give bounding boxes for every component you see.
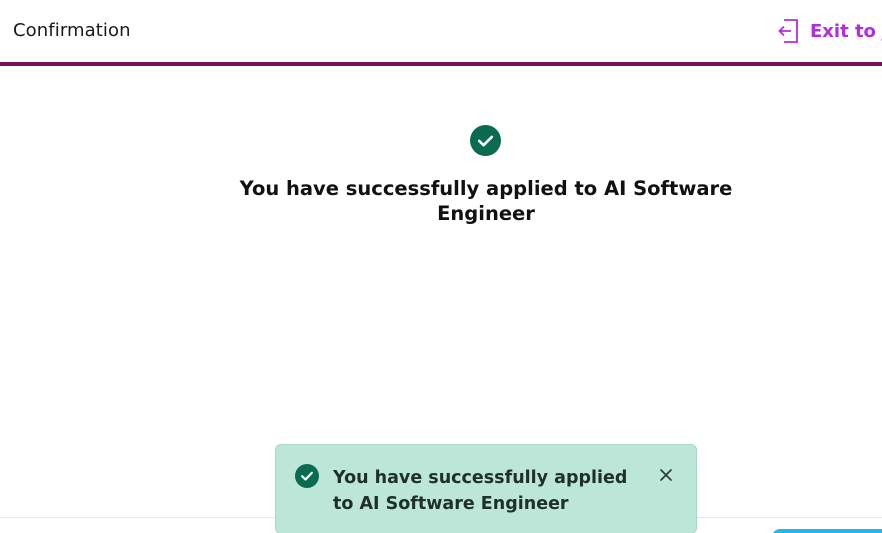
success-heading: You have successfully applied to AI Soft… bbox=[239, 177, 733, 225]
close-icon[interactable] bbox=[656, 465, 676, 485]
page-title: Confirmation bbox=[13, 20, 131, 41]
exit-link-label: Exit to job bbox=[810, 20, 882, 42]
footer-action-button[interactable] bbox=[772, 529, 882, 533]
exit-icon bbox=[777, 18, 801, 44]
exit-to-job-link[interactable]: Exit to job bbox=[777, 16, 882, 46]
success-toast: You have successfully applied to AI Soft… bbox=[275, 444, 697, 533]
confirmation-page: Confirmation Exit to job You have succes… bbox=[0, 0, 882, 533]
header-bar: Confirmation Exit to job bbox=[0, 0, 882, 66]
toast-message: You have successfully applied to AI Soft… bbox=[333, 468, 628, 514]
check-circle-icon bbox=[295, 464, 319, 488]
check-circle-icon bbox=[470, 125, 501, 156]
